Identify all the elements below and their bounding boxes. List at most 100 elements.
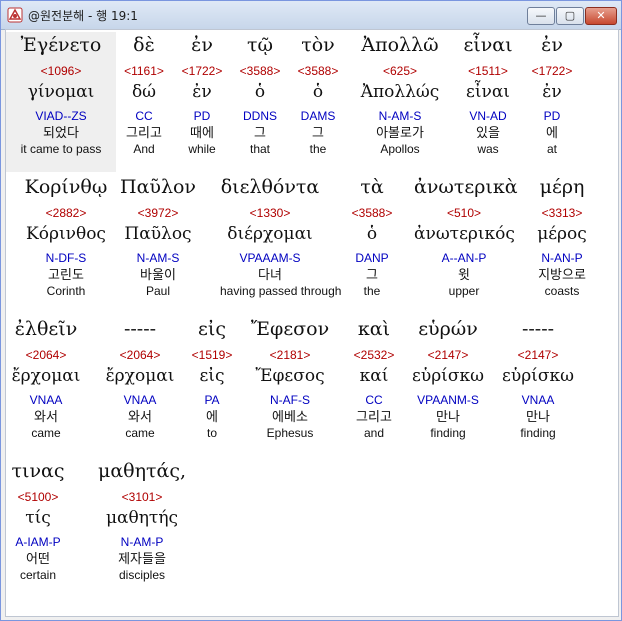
parsing-code: A--AN-P [441,251,487,265]
korean-gloss: 에 [546,126,558,141]
korean-gloss: 만나 [526,410,550,425]
parsing-code: N-AM-P [120,535,164,549]
greek-word: ----- [521,318,555,340]
greek-word: διελθόντα [220,176,320,198]
title-bar[interactable]: @원전분해 - 행 19:1 — ▢ ✕ [1,1,621,30]
parsing-code: VNAA [521,393,555,407]
greek-word: Παῦλον [120,176,196,198]
greek-word: μέρη [539,176,585,198]
korean-gloss: 아볼로가 [376,126,424,141]
lemma: ἐν [542,82,562,102]
parsing-code: N-AM-S [136,251,180,265]
greek-word: τὰ [360,176,384,198]
lemma: ἔρχομαι [11,366,81,386]
strongs-number: <1722> [531,64,573,78]
lemma: Ἀπολλώς [360,82,440,102]
maximize-button[interactable]: ▢ [556,7,584,25]
english-gloss: coasts [544,284,580,298]
korean-gloss: 지방으로 [538,268,586,283]
greek-word: ἐλθεῖν [14,318,78,340]
korean-gloss: 제자들을 [118,552,166,567]
korean-gloss: 다녀 [258,268,282,283]
korean-gloss: 와서 [34,410,58,425]
lemma: Παῦλος [124,224,192,244]
word-block[interactable]: εὑρών <2147> εὑρίσκω VPAANM-S 만나 finding [398,316,498,441]
lemma: εὑρίσκω [412,366,484,386]
parsing-code: A-IAM-P [15,535,61,549]
parsing-code: PD [543,109,561,123]
strongs-number: <3313> [541,206,583,220]
english-gloss: Corinth [46,284,86,298]
korean-gloss: 그 [366,268,378,283]
word-block[interactable]: ἐλθεῖν <2064> ἔρχομαι VNAA 와서 came [6,316,96,441]
word-block[interactable]: διελθόντα <1330> διέρχομαι VPAAAM-S 다녀 having… [220,174,342,299]
lemma: Κόρινθος [26,224,106,244]
word-block[interactable]: μέρη <3313> μέρος N-AN-P 지방으로 coasts [512,174,612,299]
strongs-number: <510> [446,206,482,220]
strongs-number: <3972> [137,206,179,220]
close-icon: ✕ [596,9,606,22]
word-block[interactable]: τινας <5100> τίς A-IAM-P 어떤 certain [6,458,88,583]
korean-gloss: 만나 [436,410,460,425]
parsing-code: DANP [355,251,389,265]
word-block[interactable]: ----- <2147> εὑρίσκω VNAA 만나 finding [488,316,588,441]
strongs-number: <2882> [45,206,87,220]
english-gloss: finding [520,426,556,440]
english-gloss: having passed through [220,284,342,298]
greek-word: ἐν [541,34,563,56]
word-block[interactable]: ἀνωτερικὰ <510> ἀνωτερικός A--AN-P 윗 upper [414,174,518,299]
window-title: @원전분해 - 행 19:1 [28,9,138,23]
bible-app-icon [7,7,23,23]
strongs-number: <1330> [249,206,291,220]
strongs-number: <2064> [25,348,67,362]
lemma: ἀνωτερικός [414,224,515,244]
english-gloss: came [31,426,61,440]
english-gloss: the [363,284,381,298]
korean-gloss: 고린도 [48,268,84,283]
greek-word: μαθητάς, [97,460,187,482]
parsing-code: N-DF-S [45,251,87,265]
strongs-number: <5100> [17,490,59,504]
app-window: @원전분해 - 행 19:1 — ▢ ✕ Ἐγένετο <1096> γίνομα… [0,0,622,621]
english-gloss: at [546,142,557,156]
strongs-number: <3588> [351,206,393,220]
greek-word: Ἀπολλῶ [361,34,439,56]
english-gloss: upper [448,284,480,298]
english-gloss: Paul [145,284,171,298]
greek-word: εὑρών [418,318,478,340]
minimize-icon: — [535,9,547,22]
greek-word: Κορίνθῳ [24,176,108,198]
word-block[interactable]: τὰ <3588> ὁ DANP 그 the [322,174,422,299]
parsing-code: N-AN-P [541,251,583,265]
lemma: μαθητής [105,508,179,528]
parsing-code: VNAA [29,393,63,407]
minimize-button[interactable]: — [527,7,555,25]
parsing-code: VPAANM-S [417,393,479,407]
strongs-number: <2147> [427,348,469,362]
parsing-code: VPAAAM-S [239,251,301,265]
lemma: διέρχομαι [227,224,313,244]
korean-gloss: 어떤 [26,552,50,567]
lemma: μέρος [537,224,587,244]
lemma: τίς [25,508,51,528]
word-block[interactable]: Παῦλον <3972> Παῦλος N-AM-S 바울이 Paul [108,174,208,299]
english-gloss: certain [19,568,57,582]
word-block[interactable]: Κορίνθῳ <2882> Κόρινθος N-DF-S 고린도 Corinth [16,174,116,299]
lemma: ὁ [366,224,378,244]
korean-gloss: 바울이 [140,268,176,283]
korean-gloss: 윗 [458,268,470,283]
english-gloss: finding [430,426,466,440]
greek-word: τινας [11,460,65,482]
lemma: εὑρίσκω [502,366,574,386]
interlinear-panel[interactable]: Ἐγένετο <1096> γίνομαι VIAD--ZS 되었다 it came t… [5,29,619,617]
strongs-number: <625> [382,64,418,78]
parsing-code: N-AM-S [378,109,422,123]
strongs-number: <3101> [121,490,163,504]
word-block[interactable]: μαθητάς, <3101> μαθητής N-AM-P 제자들을 disciples [92,458,192,583]
close-button[interactable]: ✕ [585,7,617,25]
english-gloss: disciples [118,568,166,582]
word-block[interactable]: ἐν <1722> ἐν PD 에 at [502,32,602,157]
english-gloss: Apollos [380,142,420,156]
word-block[interactable]: Ἀπολλῶ <625> Ἀπολλώς N-AM-S 아볼로가 Apollos [350,32,450,157]
strongs-number: <2147> [517,348,559,362]
